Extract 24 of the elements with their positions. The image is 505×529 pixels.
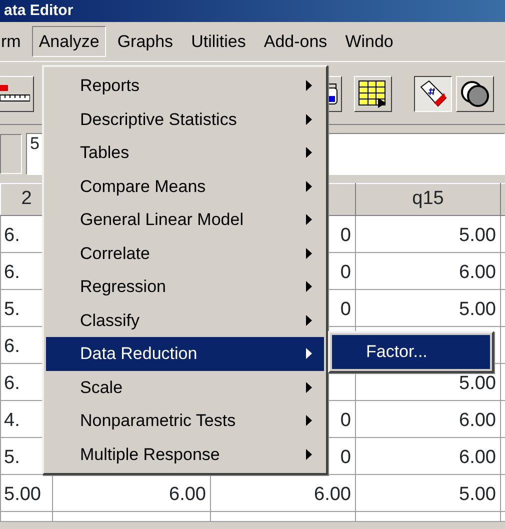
circles-icon	[460, 79, 490, 109]
menu-item[interactable]: Reports	[46, 69, 324, 102]
menu-item[interactable]: Graphs	[110, 26, 180, 58]
table-cell: 5.00	[356, 474, 500, 512]
table-cell: 6.00	[356, 438, 500, 474]
table-cell: 6.00	[356, 400, 500, 438]
menu-item[interactable]: rm	[0, 26, 28, 58]
menu-item[interactable]: Windo	[338, 26, 400, 58]
menu-item[interactable]: Add-ons	[256, 26, 334, 58]
menu-item[interactable]: Descriptive Statistics	[46, 102, 324, 136]
menu-item[interactable]: Factor...	[332, 335, 490, 368]
table-cell: 5.00	[356, 216, 500, 252]
table-cell: 6.00	[356, 252, 500, 290]
cell-name-box	[0, 134, 22, 174]
column-header[interactable]: q15	[356, 184, 500, 216]
menu-item[interactable]: Tables	[46, 136, 324, 170]
toolbar-button[interactable]	[414, 76, 452, 112]
table-cell: 5.00	[356, 290, 500, 326]
tag-icon	[418, 79, 448, 109]
table-icon	[358, 80, 388, 108]
menu-item[interactable]: Utilities	[184, 26, 253, 58]
menu-item[interactable]: Analyze	[32, 26, 106, 58]
menu-item[interactable]: Data Reduction	[46, 337, 324, 370]
window-title: ata Editor	[0, 0, 505, 22]
